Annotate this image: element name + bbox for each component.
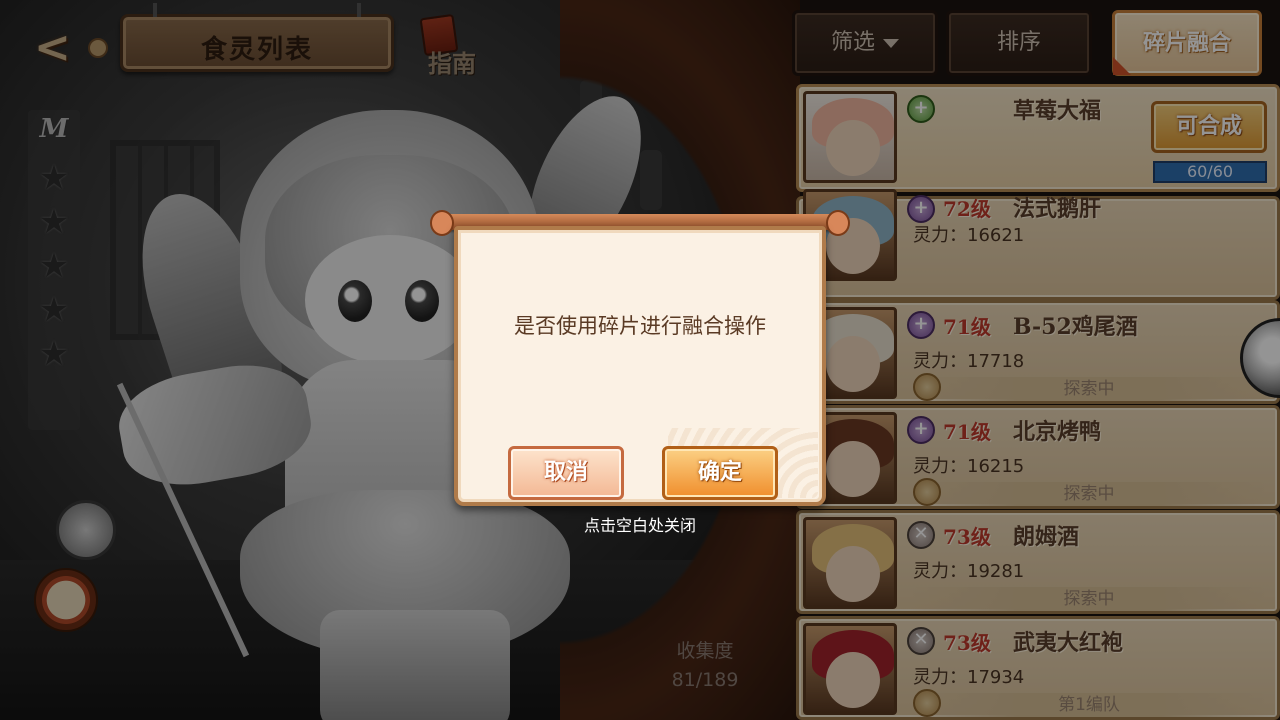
cancel-button[interactable]: 取消 — [508, 446, 624, 500]
confirm-button[interactable]: 确定 — [662, 446, 778, 500]
dialog-message: 是否使用碎片进行融合操作 — [514, 314, 766, 338]
game-scene: < 食灵列表 指南 M ★ ★ ★ ★ ★ 收集度 81/189 筛选 排序 碎… — [0, 0, 1280, 720]
close-hint: 点击空白处关闭 — [583, 516, 696, 535]
confirm-dialog: 是否使用碎片进行融合操作 取消 确定 — [430, 210, 850, 506]
dialog-panel: 是否使用碎片进行融合操作 取消 确定 — [454, 226, 826, 506]
